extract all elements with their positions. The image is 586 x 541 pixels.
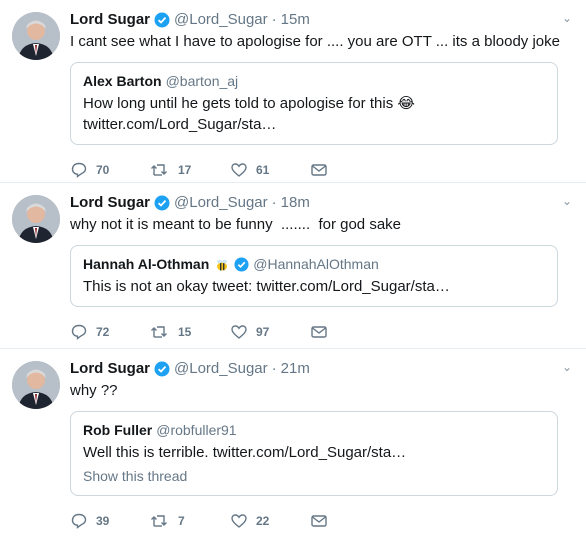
bee-icon: [214, 257, 230, 273]
quoted-author-handle: @barton_aj: [165, 73, 239, 89]
direct-message-button[interactable]: [310, 324, 328, 340]
quoted-link[interactable]: twitter.com/Lord_Sugar/sta…: [83, 114, 545, 135]
quoted-header: Rob Fuller @robfuller91: [83, 421, 545, 440]
retweet-button[interactable]: 7: [150, 512, 230, 530]
verified-badge-icon: [154, 12, 170, 28]
quoted-author-name: Hannah Al-Othman: [83, 256, 210, 272]
retweet-button[interactable]: 15: [150, 323, 230, 341]
tweet-header: Lord Sugar @Lord_Sugar · 21m: [70, 359, 572, 379]
reply-icon: [70, 323, 88, 341]
reply-count: 39: [96, 514, 110, 528]
quoted-author-handle: @HannahAlOthman: [253, 256, 379, 272]
quoted-header: Alex Barton @barton_aj: [83, 72, 545, 91]
author-handle[interactable]: @Lord_Sugar: [174, 193, 268, 213]
quoted-tweet[interactable]: Alex Barton @barton_aj How long until he…: [70, 62, 558, 145]
direct-message-button[interactable]: [310, 162, 328, 178]
tweet-text: I cant see what I have to apologise for …: [70, 33, 560, 50]
like-count: 22: [256, 514, 270, 528]
chevron-down-icon[interactable]: ⌄: [562, 195, 572, 207]
quoted-text: Well this is terrible. twitter.com/Lord_…: [83, 444, 407, 461]
quoted-author-name: Alex Barton: [83, 73, 162, 89]
quoted-tweet[interactable]: Hannah Al-Othman @HannahAlOthman This is…: [70, 245, 558, 307]
envelope-icon: [310, 513, 328, 529]
reply-icon: [70, 512, 88, 530]
retweet-count: 15: [178, 325, 192, 339]
timestamp[interactable]: 15m: [281, 10, 310, 30]
like-button[interactable]: 61: [230, 161, 310, 179]
retweet-icon: [150, 161, 170, 179]
author-name[interactable]: Lord Sugar: [70, 193, 150, 213]
quoted-header: Hannah Al-Othman @HannahAlOthman: [83, 255, 545, 274]
author-name[interactable]: Lord Sugar: [70, 359, 150, 379]
tweet-header: Lord Sugar @Lord_Sugar · 18m: [70, 193, 572, 213]
retweet-icon: [150, 512, 170, 530]
tweet-actions: 39 7 22: [70, 502, 572, 540]
avatar[interactable]: [12, 361, 60, 409]
retweet-button[interactable]: 17: [150, 161, 230, 179]
avatar[interactable]: [12, 12, 60, 60]
timestamp[interactable]: 21m: [281, 359, 310, 379]
verified-badge-icon: [154, 195, 170, 211]
timestamp[interactable]: 18m: [281, 193, 310, 213]
reply-count: 70: [96, 163, 110, 177]
retweet-icon: [150, 323, 170, 341]
quoted-tweet[interactable]: Rob Fuller @robfuller91 Well this is ter…: [70, 411, 558, 496]
heart-icon: [230, 323, 248, 341]
retweet-count: 17: [178, 163, 192, 177]
quoted-text: How long until he gets told to apologise…: [83, 95, 415, 112]
direct-message-button[interactable]: [310, 513, 328, 529]
chevron-down-icon[interactable]: ⌄: [562, 361, 572, 373]
like-button[interactable]: 22: [230, 512, 310, 530]
author-handle[interactable]: @Lord_Sugar: [174, 359, 268, 379]
like-button[interactable]: 97: [230, 323, 310, 341]
heart-icon: [230, 512, 248, 530]
retweet-count: 7: [178, 514, 185, 528]
tweet-actions: 72 15 97: [70, 313, 572, 351]
tweet[interactable]: Lord Sugar @Lord_Sugar · 15m ⌄ I cant se…: [0, 0, 586, 183]
quoted-author-handle: @robfuller91: [156, 422, 237, 438]
tweet[interactable]: Lord Sugar @Lord_Sugar · 21m ⌄ why ?? Ro…: [0, 349, 586, 541]
separator-dot: ·: [271, 360, 277, 377]
heart-icon: [230, 161, 248, 179]
reply-count: 72: [96, 325, 110, 339]
chevron-down-icon[interactable]: ⌄: [562, 12, 572, 24]
reply-icon: [70, 161, 88, 179]
show-thread-link[interactable]: Show this thread: [83, 467, 545, 486]
reply-button[interactable]: 39: [70, 512, 150, 530]
author-name[interactable]: Lord Sugar: [70, 10, 150, 30]
tweet-header: Lord Sugar @Lord_Sugar · 15m: [70, 10, 572, 30]
envelope-icon: [310, 324, 328, 340]
envelope-icon: [310, 162, 328, 178]
avatar[interactable]: [12, 195, 60, 243]
reply-button[interactable]: 70: [70, 161, 150, 179]
like-count: 97: [256, 325, 270, 339]
tweet[interactable]: Lord Sugar @Lord_Sugar · 18m ⌄ why not i…: [0, 183, 586, 349]
reply-button[interactable]: 72: [70, 323, 150, 341]
verified-badge-icon: [234, 257, 249, 272]
quoted-text: This is not an okay tweet: twitter.com/L…: [83, 278, 450, 295]
quoted-author-name: Rob Fuller: [83, 422, 153, 438]
tweet-text: why not it is meant to be funny ....... …: [70, 216, 402, 233]
author-handle[interactable]: @Lord_Sugar: [174, 10, 268, 30]
tweet-text: why ??: [70, 382, 118, 399]
timeline: Lord Sugar @Lord_Sugar · 15m ⌄ I cant se…: [0, 0, 586, 541]
verified-badge-icon: [154, 361, 170, 377]
separator-dot: ·: [271, 11, 277, 28]
separator-dot: ·: [271, 194, 277, 211]
like-count: 61: [256, 163, 270, 177]
